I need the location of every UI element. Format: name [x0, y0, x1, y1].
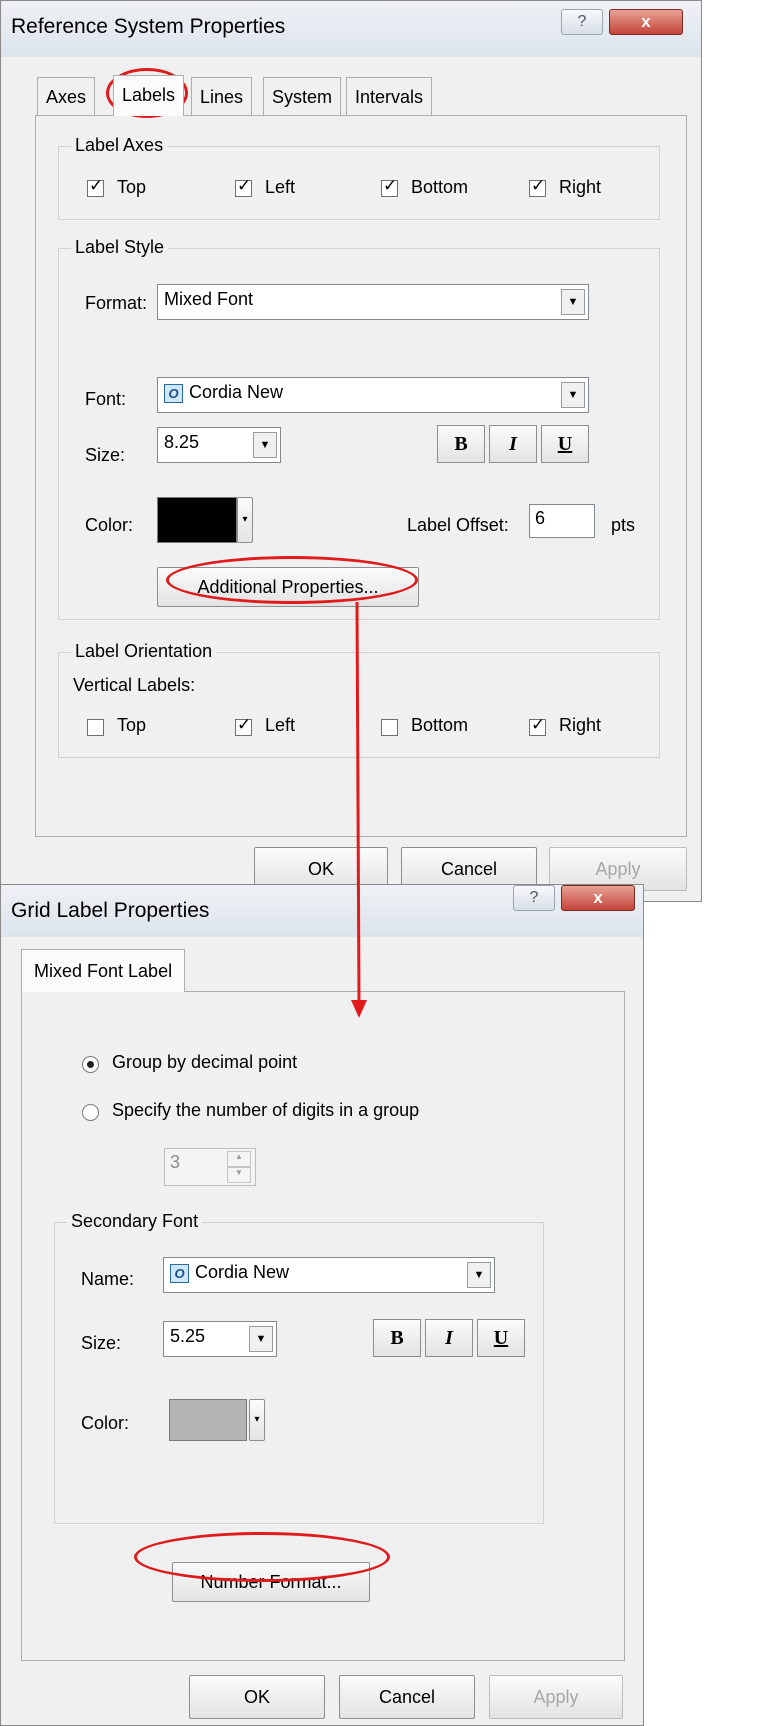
tab-labels[interactable]: Labels [113, 75, 185, 116]
connector-arrow [351, 601, 367, 1018]
tab-mixed-font-label[interactable]: Mixed Font Label [21, 949, 186, 992]
